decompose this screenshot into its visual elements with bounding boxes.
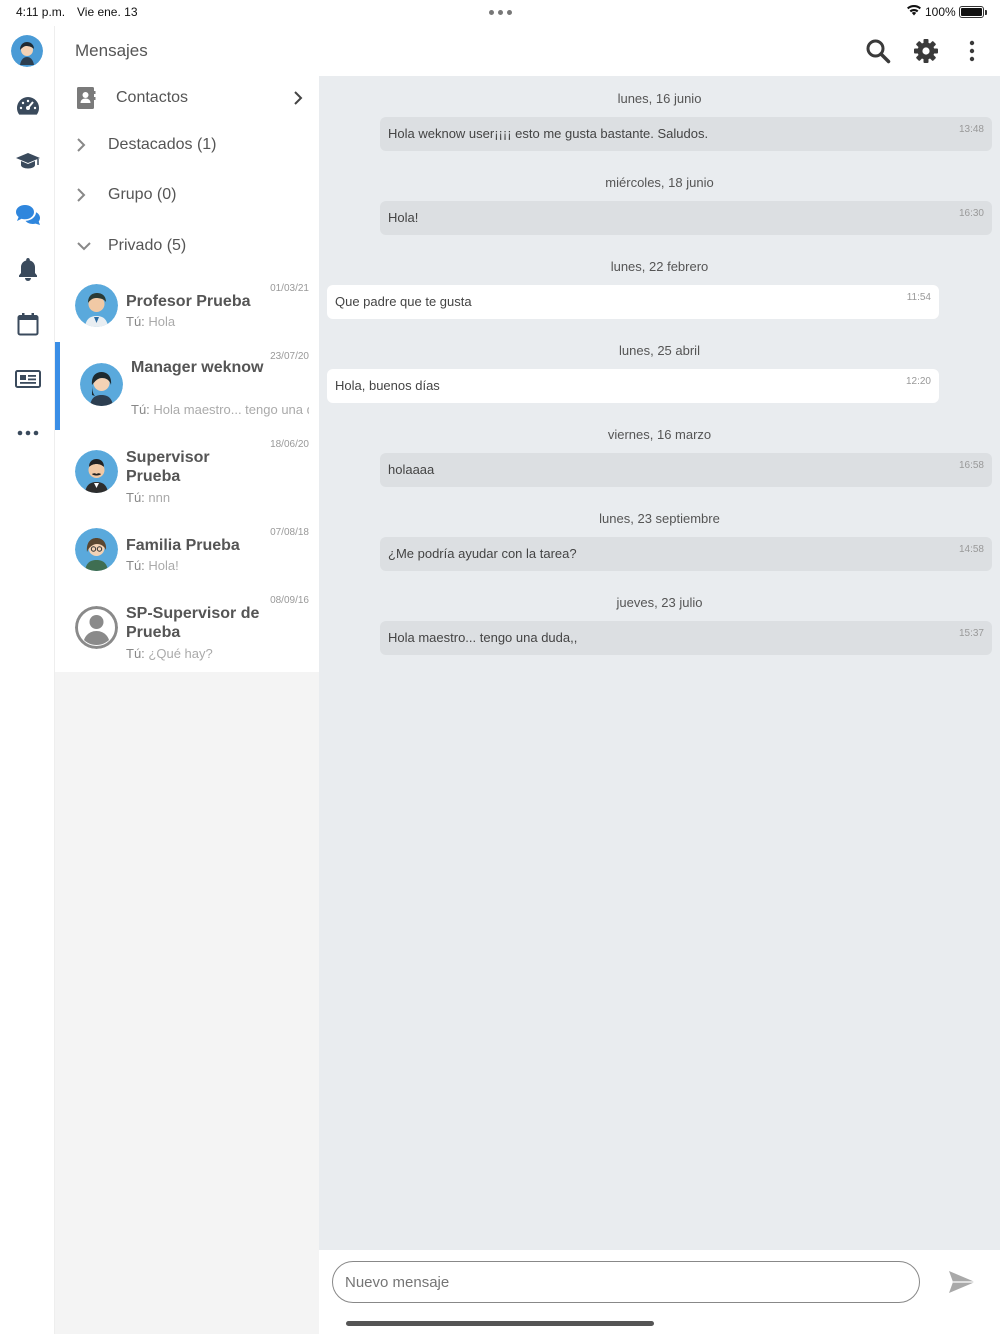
send-icon[interactable] [947, 1269, 977, 1295]
conversation-item[interactable]: SP-Supervisor de Prueba 08/09/16 Tú: ¿Qu… [55, 586, 319, 672]
selection-indicator [55, 342, 60, 430]
bell-icon[interactable] [11, 252, 45, 286]
avatar [80, 363, 123, 406]
day-separator: jueves, 23 julio [616, 595, 703, 610]
message-time: 16:30 [958, 208, 984, 219]
day-separator: lunes, 25 abril [619, 343, 700, 358]
chevron-right-icon [293, 90, 303, 111]
chevron-down-icon [75, 239, 93, 257]
conversation-date: 23/07/20 [270, 351, 309, 362]
group-label: Privado (5) [108, 237, 187, 254]
day-separator: miércoles, 18 junio [605, 175, 714, 190]
conversation-name: Supervisor Prueba [126, 449, 210, 485]
user-avatar[interactable] [11, 35, 43, 67]
conversation-item-active[interactable]: Manager weknow 23/07/20 Tú: Hola maestro… [55, 342, 319, 430]
day-separator: lunes, 22 febrero [610, 259, 709, 274]
page-title: Mensajes [75, 41, 148, 60]
message-text: Hola maestro... tengo una duda,, [388, 630, 578, 645]
conversation-name: Manager weknow [131, 359, 264, 376]
battery-percent: 100% [925, 5, 956, 19]
day-separator: viernes, 16 marzo [607, 427, 712, 442]
avatar [75, 450, 118, 493]
avatar [75, 528, 118, 571]
avatar [75, 284, 118, 327]
message-text: Hola weknow user¡¡¡¡ esto me gusta basta… [388, 126, 709, 141]
conversation-preview: Tú: nnn [126, 490, 171, 505]
message-time: 11:54 [906, 292, 931, 303]
group-grupo[interactable]: Grupo (0) [55, 176, 319, 216]
message-time: 15:37 [958, 628, 984, 639]
chat-thread: lunes, 16 junio Hola weknow user¡¡¡¡ est… [319, 76, 1000, 1250]
graduation-cap-icon[interactable] [11, 144, 45, 178]
message-text: holaaaa [388, 462, 435, 477]
message-bubble-sent[interactable]: Hola weknow user¡¡¡¡ esto me gusta basta… [380, 117, 992, 151]
gear-icon[interactable] [912, 37, 940, 65]
contact-book-icon [76, 86, 96, 115]
message-time: 16:58 [958, 460, 984, 471]
group-destacados[interactable]: Destacados (1) [55, 126, 319, 166]
conversation-name: Familia Prueba [126, 537, 240, 554]
battery-icon [959, 6, 987, 18]
message-time: 13:48 [958, 124, 984, 135]
conversation-name: Profesor Prueba [126, 293, 251, 310]
message-bubble-sent[interactable]: holaaaa 16:58 [380, 453, 992, 487]
conversation-date: 07/08/18 [270, 527, 309, 538]
day-separator: lunes, 23 septiembre [599, 511, 720, 526]
message-bubble-sent[interactable]: Hola! 16:30 [380, 201, 992, 235]
status-bar: 4:11 p.m. Vie ene. 13 100% [0, 0, 1000, 26]
conversation-list: Contactos Destacados (1) Grupo (0) Priva… [55, 76, 319, 672]
conversation-name: SP-Supervisor de Prueba [126, 605, 260, 641]
calendar-icon[interactable] [11, 307, 45, 341]
message-text: ¿Me podría ayudar con la tarea? [388, 546, 577, 561]
search-icon[interactable] [864, 37, 892, 65]
status-date: Vie ene. 13 [77, 5, 138, 19]
chevron-right-icon [75, 136, 87, 159]
conversation-preview: Tú: Hola [126, 314, 176, 329]
conversation-date: 01/03/21 [270, 283, 309, 294]
group-privado[interactable]: Privado (5) [55, 227, 319, 267]
message-text: Hola, buenos días [335, 378, 440, 393]
message-text: Hola! [388, 210, 419, 225]
chat-icon[interactable] [11, 198, 45, 232]
conversation-item[interactable]: Supervisor Prueba 18/06/20 Tú: nnn [55, 430, 319, 518]
chevron-right-icon [75, 186, 87, 209]
contacts-row[interactable]: Contactos [55, 76, 319, 122]
conversation-list-panel: Contactos Destacados (1) Grupo (0) Priva… [55, 76, 319, 1334]
conversation-item[interactable]: Familia Prueba 07/08/18 Tú: Hola! [55, 518, 319, 586]
group-label: Destacados (1) [108, 136, 217, 153]
wifi-icon [906, 4, 922, 19]
new-message-input[interactable] [332, 1261, 920, 1303]
avatar-placeholder-icon [75, 606, 118, 649]
conversation-date: 08/09/16 [270, 595, 309, 606]
dashboard-icon[interactable] [11, 89, 45, 123]
message-text: Que padre que te gusta [335, 294, 472, 309]
message-bubble-sent[interactable]: Hola maestro... tengo una duda,, 15:37 [380, 621, 992, 655]
day-separator: lunes, 16 junio [617, 91, 702, 106]
message-bubble-sent[interactable]: ¿Me podría ayudar con la tarea? 14:58 [380, 537, 992, 571]
more-horizontal-icon[interactable] [11, 416, 45, 450]
message-time: 12:20 [905, 376, 931, 387]
status-time: 4:11 p.m. [16, 5, 66, 19]
nav-rail [0, 26, 55, 1334]
newspaper-icon[interactable] [11, 362, 45, 396]
multitasking-dots-icon[interactable] [489, 10, 512, 15]
message-time: 14:58 [958, 544, 984, 555]
conversation-date: 18/06/20 [270, 439, 309, 450]
app-header: Mensajes [55, 26, 1000, 76]
message-bubble-received[interactable]: Hola, buenos días 12:20 [327, 369, 939, 403]
message-bubble-received[interactable]: Que padre que te gusta 11:54 [327, 285, 939, 319]
conversation-preview: Tú: Hola! [126, 558, 179, 573]
home-indicator[interactable] [346, 1321, 654, 1326]
conversation-preview: Tú: ¿Qué hay? [126, 646, 213, 661]
group-label: Grupo (0) [108, 186, 177, 203]
conversation-item[interactable]: Profesor Prueba 01/03/21 Tú: Hola [55, 274, 319, 342]
contacts-label: Contactos [116, 89, 189, 106]
conversation-preview: Tú: Hola maestro... tengo una duda,, [131, 402, 309, 417]
more-vertical-icon[interactable] [958, 37, 986, 65]
